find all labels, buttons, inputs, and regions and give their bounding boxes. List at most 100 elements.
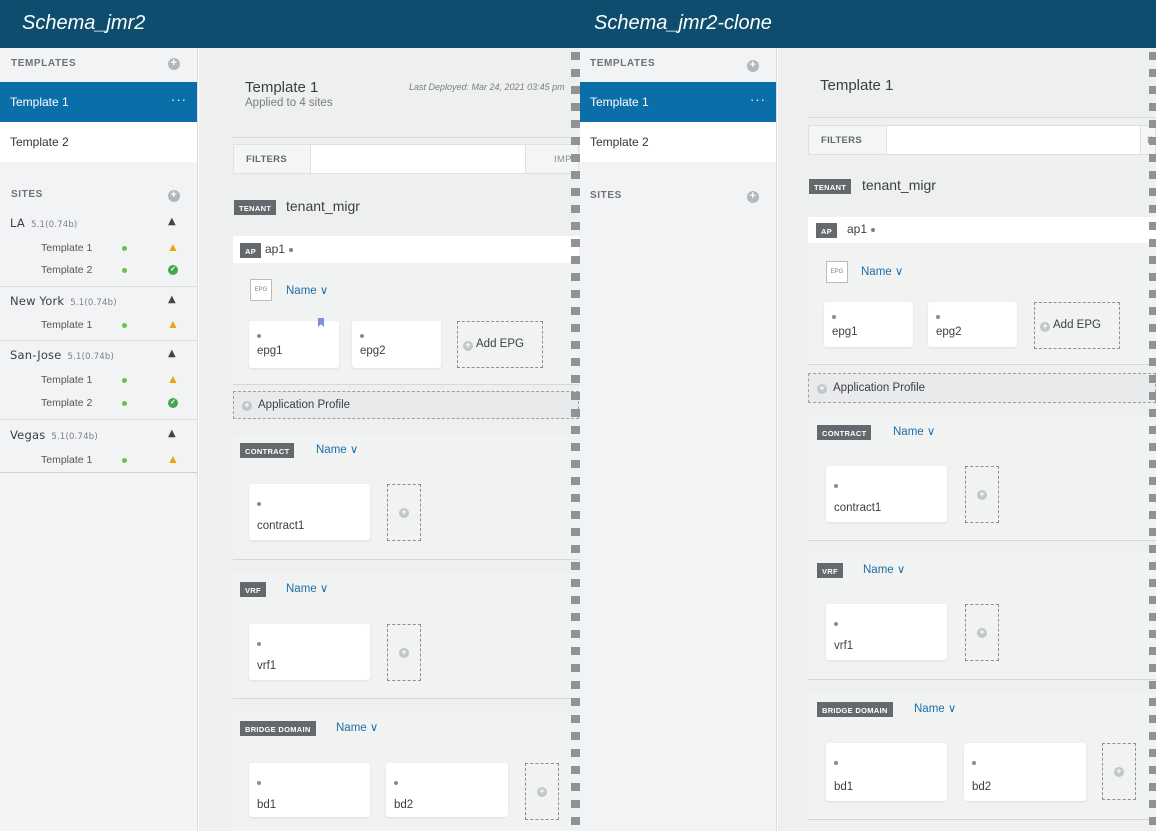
site-san-jose[interactable]: San-Jose 5.1(0.74b) ▲ — [0, 344, 197, 366]
applied-sites-text: Applied to 4 sites — [245, 97, 333, 109]
vrf-label: vrf1 — [257, 660, 277, 672]
vrf-sort-dropdown[interactable]: Name ∨ — [286, 581, 328, 595]
divider — [0, 419, 197, 420]
contract-panel: CONTRACT Name ∨ contract1 + — [233, 434, 579, 560]
site-version: 5.1(0.74b) — [51, 432, 98, 442]
site-template-row[interactable]: Template 2 ✓ — [0, 392, 197, 414]
plus-circle-icon: + — [977, 489, 987, 500]
template-label: Template 1 — [590, 95, 649, 109]
ap-tag: AP — [816, 223, 838, 238]
add-template-icon[interactable]: + — [168, 58, 180, 70]
vrf-sort-dropdown[interactable]: Name ∨ — [863, 562, 905, 576]
chevron-up-icon[interactable]: ▲ — [168, 294, 176, 305]
plus-circle-icon: + — [399, 507, 409, 518]
application-profile-label: Application Profile — [833, 382, 926, 394]
site-template-label: Template 1 — [41, 319, 93, 331]
site-template-row[interactable]: Template 1 ▲ — [0, 369, 197, 391]
add-application-profile-button[interactable]: + Application Profile — [233, 391, 579, 419]
contract-label: contract1 — [834, 502, 882, 514]
sidebar-empty-area — [0, 473, 197, 831]
plus-circle-icon: + — [1114, 766, 1124, 777]
ap-header[interactable]: AP ap1 — [808, 217, 1156, 243]
status-dot-icon — [257, 781, 261, 785]
epg-sort-dropdown[interactable]: Name ∨ — [861, 264, 903, 278]
contract-card-contract1[interactable]: contract1 — [249, 484, 370, 540]
plus-circle-icon: + — [537, 786, 547, 797]
torn-edge-decoration — [1149, 48, 1156, 831]
site-template-label: Template 1 — [41, 454, 93, 466]
status-dot-icon — [122, 401, 127, 406]
vrf-card-vrf1[interactable]: vrf1 — [249, 624, 370, 680]
contract-sort-dropdown[interactable]: Name ∨ — [316, 442, 358, 456]
epg-sort-dropdown[interactable]: Name ∨ — [286, 283, 328, 297]
sidebar-item-template-2[interactable]: Template 2 — [580, 122, 776, 162]
status-dot-icon — [122, 458, 127, 463]
status-dot-icon — [122, 268, 127, 273]
ap-header[interactable]: AP ap1 — [233, 236, 579, 263]
more-options-icon[interactable]: ··· — [750, 92, 766, 107]
filter-input[interactable] — [310, 145, 526, 173]
sidebar-item-template-1[interactable]: Template 1 ··· — [580, 82, 776, 122]
site-template-label: Template 1 — [41, 374, 93, 386]
vrf-card-vrf1[interactable]: vrf1 — [826, 604, 947, 660]
site-template-row[interactable]: Template 1 ▲ — [0, 237, 197, 259]
add-epg-button[interactable]: + Add EPG — [457, 321, 543, 368]
add-site-icon[interactable]: + — [747, 191, 759, 203]
add-vrf-button[interactable]: + — [965, 604, 999, 661]
bd-card-bd2[interactable]: bd2 — [964, 743, 1086, 801]
site-template-row[interactable]: Template 1 ▲ — [0, 314, 197, 336]
epg-card-epg2[interactable]: epg2 — [352, 321, 441, 368]
add-contract-button[interactable]: + — [387, 484, 421, 541]
site-template-label: Template 1 — [41, 242, 93, 254]
add-epg-label: + Add EPG — [1040, 319, 1101, 332]
template-label: Template 1 — [10, 95, 69, 109]
bookmark-icon — [318, 318, 324, 327]
sidebar-item-template-2[interactable]: Template 2 — [0, 122, 197, 162]
filter-input[interactable] — [886, 126, 1141, 154]
site-template-label: Template 2 — [41, 397, 93, 409]
site-la[interactable]: LA 5.1(0.74b) ▲ — [0, 212, 197, 234]
sidebar-item-template-1[interactable]: Template 1 ··· — [0, 82, 197, 122]
contract-sort-dropdown[interactable]: Name ∨ — [893, 424, 935, 438]
site-vegas[interactable]: Vegas 5.1(0.74b) ▲ — [0, 424, 197, 446]
chevron-up-icon[interactable]: ▲ — [168, 348, 176, 359]
add-bridge-domain-button[interactable]: + — [525, 763, 559, 820]
add-site-icon[interactable]: + — [168, 190, 180, 202]
ap-name: ap1 — [265, 242, 294, 256]
warning-icon: ▲ — [167, 452, 179, 466]
epg-card-epg2[interactable]: epg2 — [928, 302, 1017, 347]
epg-card-epg1[interactable]: epg1 — [249, 318, 339, 368]
bd-card-bd1[interactable]: bd1 — [249, 763, 370, 817]
status-dot-icon — [122, 246, 127, 251]
add-template-icon[interactable]: + — [747, 60, 759, 72]
ap-tag: AP — [240, 243, 262, 258]
status-dot-icon — [871, 227, 876, 232]
site-template-row[interactable]: Template 1 ▲ — [0, 449, 197, 471]
bd-card-bd1[interactable]: bd1 — [826, 743, 947, 801]
bd-card-bd2[interactable]: bd2 — [386, 763, 508, 817]
more-options-icon[interactable]: ··· — [171, 92, 187, 107]
ap-name: ap1 — [847, 222, 876, 236]
warning-icon: ▲ — [167, 372, 179, 386]
filters-bar: FILTERS IMPOR — [233, 144, 583, 174]
page-title: Template 1 — [820, 77, 894, 94]
add-contract-button[interactable]: + — [965, 466, 999, 523]
chevron-up-icon[interactable]: ▲ — [168, 428, 176, 439]
chevron-up-icon[interactable]: ▲ — [168, 216, 176, 227]
add-vrf-button[interactable]: + — [387, 624, 421, 681]
sites-header-label: SITES — [11, 189, 43, 200]
epg-label: epg2 — [360, 345, 386, 357]
site-new-york[interactable]: New York 5.1(0.74b) ▲ — [0, 290, 197, 312]
site-template-row[interactable]: Template 2 ✓ — [0, 259, 197, 281]
add-application-profile-button[interactable]: + Application Profile — [808, 373, 1156, 403]
epg-tag: EPG — [826, 261, 848, 283]
bridge-domain-sort-dropdown[interactable]: Name ∨ — [336, 720, 378, 734]
add-epg-button[interactable]: + Add EPG — [1034, 302, 1120, 349]
status-dot-icon — [122, 378, 127, 383]
contract-card-contract1[interactable]: contract1 — [826, 466, 947, 522]
epg-label: epg1 — [832, 326, 858, 338]
bridge-domain-sort-dropdown[interactable]: Name ∨ — [914, 701, 956, 715]
add-bridge-domain-button[interactable]: + — [1102, 743, 1136, 800]
page-title: Template 1 — [245, 79, 319, 96]
epg-card-epg1[interactable]: epg1 — [824, 302, 913, 347]
